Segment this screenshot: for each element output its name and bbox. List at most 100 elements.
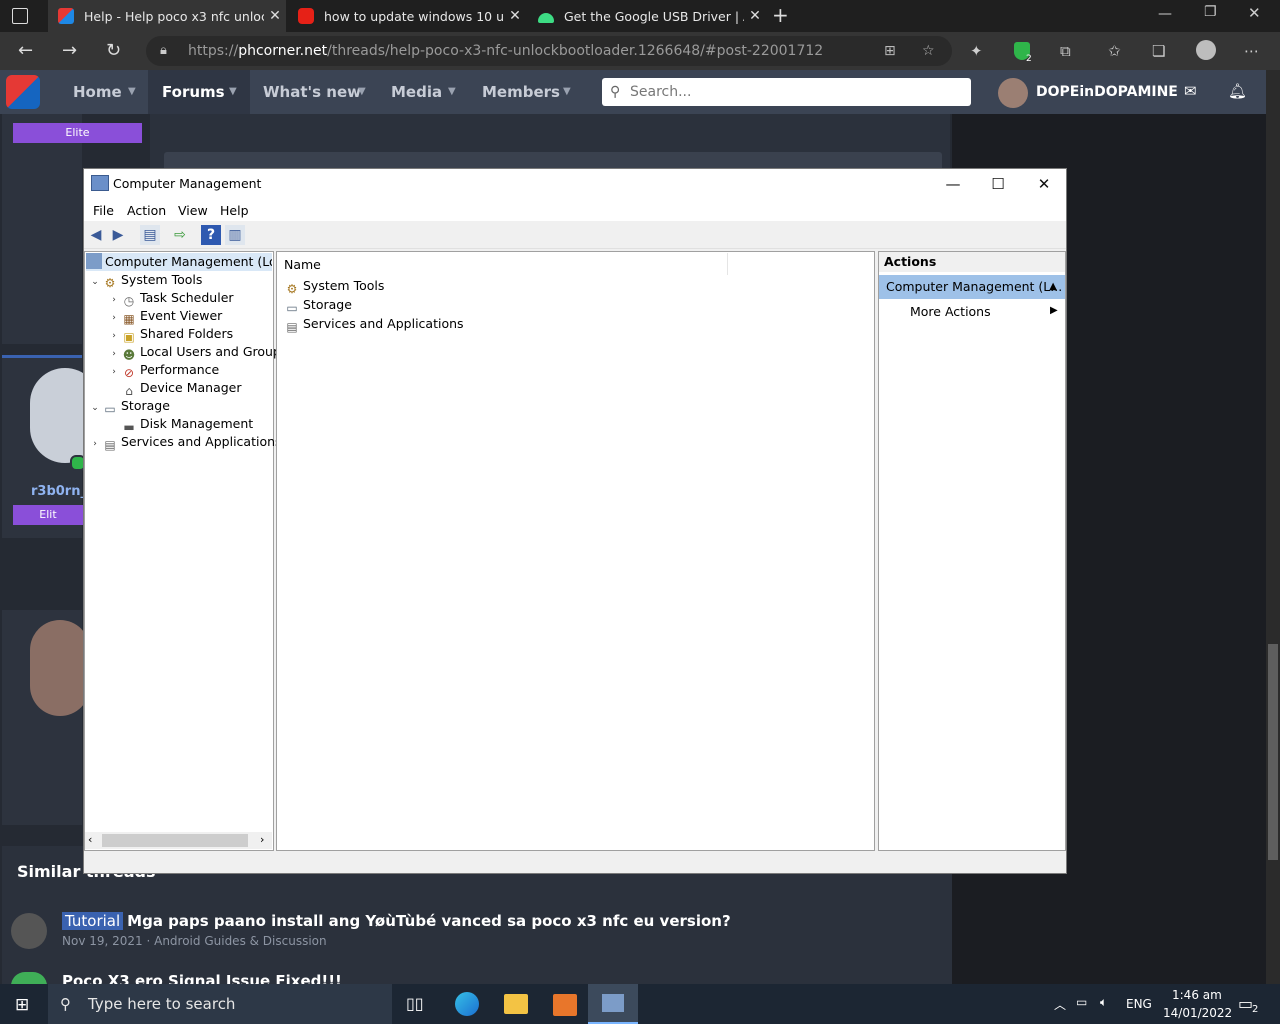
app-taskbar-icon[interactable] (553, 994, 577, 1016)
chevron-down-icon[interactable]: ▼ (128, 86, 136, 97)
close-browser-icon[interactable]: ✕ (1248, 4, 1261, 22)
collapse-up-icon[interactable]: ▲ (1049, 275, 1057, 299)
tree-shared-folders[interactable]: › ▣ Shared Folders (107, 325, 233, 344)
scroll-left-icon[interactable]: ‹ (88, 833, 92, 846)
chevron-right-icon[interactable]: › (88, 435, 102, 453)
tree-event-viewer[interactable]: › ▦ Event Viewer (107, 307, 222, 326)
close-tab-icon[interactable]: ✕ (744, 8, 766, 24)
tree-scroll-thumb[interactable] (102, 834, 248, 847)
chevron-down-icon[interactable]: ⌄ (88, 273, 102, 291)
menu-help[interactable]: Help (220, 203, 249, 218)
thread-link[interactable]: Poco X3 ero Signal Issue Fixed!!! (62, 972, 342, 984)
file-explorer-taskbar-icon[interactable] (504, 994, 528, 1014)
refresh-icon[interactable]: ↻ (106, 40, 121, 61)
nav-members[interactable]: Members (482, 70, 560, 114)
chevron-down-icon[interactable]: ▼ (563, 86, 571, 97)
address-bar[interactable]: 🔒︎ https://phcorner.net/threads/help-poc… (146, 36, 952, 66)
tab-android-developers[interactable]: Get the Google USB Driver | An ✕ (528, 0, 766, 32)
menu-file[interactable]: File (93, 203, 114, 218)
close-tab-icon[interactable]: ✕ (504, 8, 526, 24)
help-icon[interactable]: ? (201, 225, 221, 245)
minimize-icon[interactable]: — (930, 171, 976, 197)
windows-start-icon[interactable]: ⊞ (15, 995, 29, 1015)
lock-icon[interactable]: 🔒︎ (160, 36, 167, 66)
chevron-down-icon[interactable]: ▼ (229, 86, 237, 97)
site-search-input[interactable]: ⚲ Search... (602, 78, 971, 106)
actions-header: Actions (879, 252, 1065, 272)
tab-actions-icon[interactable] (12, 8, 28, 24)
maximize-icon[interactable]: ☐ (975, 171, 1021, 197)
notification-center-icon[interactable]: ▭ (1238, 994, 1253, 1013)
list-item-storage[interactable]: ▭ Storage (284, 295, 352, 315)
tree-task-scheduler[interactable]: › ◷ Task Scheduler (107, 289, 233, 308)
close-tab-icon[interactable]: ✕ (264, 8, 286, 24)
more-menu-icon[interactable]: ⋯ (1244, 42, 1259, 60)
new-tab-icon[interactable]: + (772, 3, 789, 27)
edge-taskbar-icon[interactable] (455, 992, 479, 1016)
network-icon[interactable]: ▭ (1076, 995, 1087, 1009)
restore-browser-icon[interactable]: ❐ (1204, 4, 1217, 20)
forward-arrow-icon[interactable]: ▶ (108, 225, 128, 245)
nav-whats-new[interactable]: What's new (263, 70, 361, 114)
volume-icon[interactable]: 🔈︎ (1100, 995, 1107, 1010)
scroll-right-icon[interactable]: › (260, 833, 264, 846)
favorites-icon[interactable]: ✩ (1108, 42, 1121, 60)
member-avatar[interactable] (30, 620, 90, 716)
thread-link[interactable]: Tutorial Mga paps paano install ang YøùTù… (62, 912, 731, 930)
search-placeholder: Search... (630, 84, 692, 100)
minimize-browser-icon[interactable]: — (1158, 6, 1172, 22)
chevron-right-icon[interactable]: › (107, 363, 121, 381)
more-actions[interactable]: More Actions (910, 304, 991, 319)
tree-device-manager[interactable]: ⌂ Device Manager (121, 379, 241, 398)
member-name[interactable]: r3b0rn_ (31, 484, 87, 499)
tree-disk-management[interactable]: ▬ Disk Management (121, 415, 253, 434)
profile-avatar-icon[interactable] (1196, 40, 1216, 60)
user-avatar[interactable] (998, 78, 1028, 108)
submenu-arrow-icon[interactable]: ▶ (1050, 305, 1058, 316)
tree-services-applications[interactable]: › ▤ Services and Applications (88, 433, 281, 453)
column-header-name[interactable]: Name (284, 257, 321, 272)
tab-phcorner[interactable]: Help - Help poco x3 nfc unlockb ✕ (48, 0, 286, 32)
list-item-services-applications[interactable]: ▤ Services and Applications (284, 314, 463, 334)
close-icon[interactable]: ✕ (1021, 171, 1067, 197)
back-icon[interactable]: ← (18, 40, 33, 61)
column-divider[interactable] (727, 253, 728, 275)
clock-time[interactable]: 1:46 am (1172, 988, 1222, 1002)
phcorner-logo-icon[interactable] (6, 75, 40, 109)
chevron-down-icon[interactable]: ▼ (448, 86, 456, 97)
actions-computer-management[interactable]: Computer Management (L... ▲ (879, 275, 1065, 299)
export-list-icon[interactable]: ⇨ (170, 225, 190, 245)
tab-youtube[interactable]: how to update windows 10 usb d ✕ (288, 0, 526, 32)
clock-date[interactable]: 14/01/2022 (1163, 1006, 1232, 1020)
favorite-star-icon[interactable]: ☆ (922, 36, 935, 66)
show-action-pane-icon[interactable]: ▥ (225, 225, 245, 245)
nav-home[interactable]: Home (73, 70, 122, 114)
task-view-icon[interactable]: ▯▯ (406, 994, 424, 1013)
extensions-puzzle-icon[interactable]: ⧉ (1060, 42, 1071, 60)
menu-view[interactable]: View (178, 203, 208, 218)
extension-color-icon[interactable]: ✦ (970, 42, 983, 60)
tree-root-computer-management[interactable]: Computer Management (Local (86, 253, 272, 271)
chevron-down-icon[interactable]: ⌄ (88, 399, 102, 417)
chevron-down-icon[interactable]: ▼ (358, 86, 366, 97)
username[interactable]: DOPEinDOPAMINE (1036, 70, 1178, 114)
tree-storage[interactable]: ⌄ ▭ Storage (88, 397, 170, 417)
thread-author-avatar[interactable] (11, 913, 47, 949)
nav-media[interactable]: Media (391, 70, 442, 114)
mail-icon[interactable]: ✉ (1184, 82, 1197, 100)
list-item-system-tools[interactable]: ⚙ System Tools (284, 276, 385, 296)
forward-icon[interactable]: → (62, 40, 77, 61)
language-indicator[interactable]: ENG (1126, 997, 1152, 1011)
tree-performance[interactable]: › ⊘ Performance (107, 361, 219, 381)
collections-icon[interactable]: ❏ (1152, 42, 1165, 60)
back-arrow-icon[interactable]: ◀ (86, 225, 106, 245)
menu-action[interactable]: Action (127, 203, 166, 218)
app-available-icon[interactable]: ⊞ (884, 36, 896, 66)
tree-local-users-groups[interactable]: › ☻ Local Users and Groups (107, 343, 287, 362)
show-hide-tree-icon[interactable]: ▤ (140, 225, 160, 245)
bell-icon[interactable]: 🔔︎ (1228, 82, 1247, 100)
tree-system-tools[interactable]: ⌄ ⚙ System Tools (88, 271, 202, 291)
page-scroll-thumb[interactable] (1268, 644, 1278, 860)
taskbar-search[interactable]: ⚲ Type here to search (48, 984, 392, 1024)
show-hidden-icons[interactable]: ︿ (1054, 996, 1066, 1013)
